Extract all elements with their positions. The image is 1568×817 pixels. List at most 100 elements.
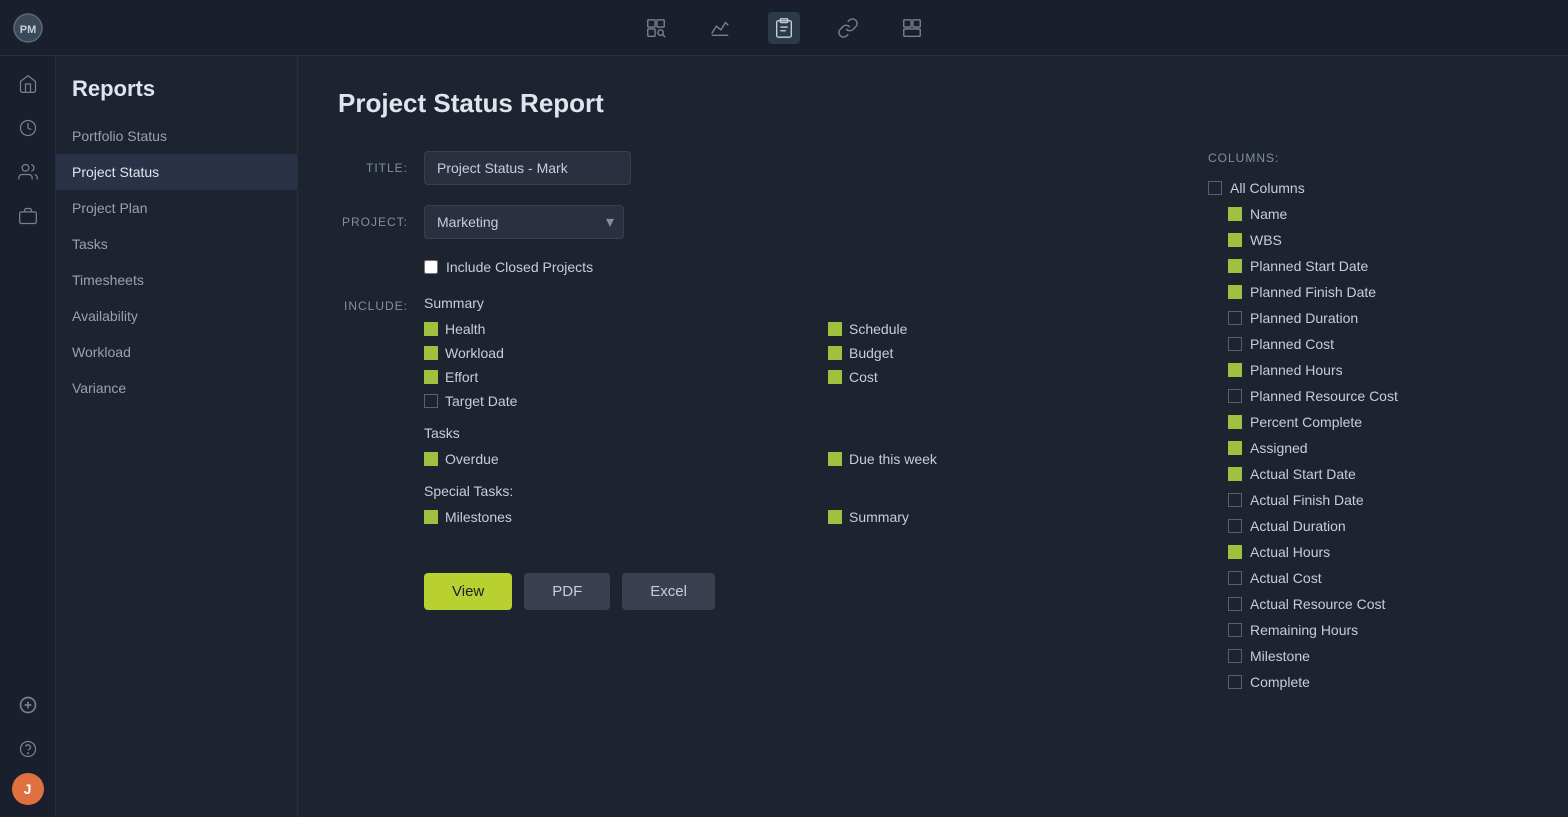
col-actual-resource-cost-label: Actual Resource Cost bbox=[1250, 596, 1385, 612]
sidebar-title: Reports bbox=[56, 76, 297, 118]
nav-help-icon[interactable] bbox=[8, 729, 48, 769]
check-milestones: Milestones bbox=[424, 509, 804, 525]
project-label: PROJECT: bbox=[338, 205, 408, 229]
health-label: Health bbox=[445, 321, 485, 337]
col-actual-hours: Actual Hours bbox=[1208, 539, 1524, 565]
user-avatar[interactable]: J bbox=[12, 773, 44, 805]
sidebar-item-project-plan[interactable]: Project Plan bbox=[56, 190, 297, 226]
columns-scroll[interactable]: All Columns Name WBS Plann bbox=[1208, 175, 1528, 695]
col-actual-cost: Actual Cost bbox=[1208, 565, 1524, 591]
all-columns-checkbox[interactable] bbox=[1208, 181, 1222, 195]
pdf-button[interactable]: PDF bbox=[524, 573, 610, 610]
col-planned-start-date-checkbox[interactable] bbox=[1228, 259, 1242, 273]
col-wbs-checkbox[interactable] bbox=[1228, 233, 1242, 247]
col-actual-hours-label: Actual Hours bbox=[1250, 544, 1330, 560]
check-target-date: Target Date bbox=[424, 393, 804, 409]
col-planned-finish-date-checkbox[interactable] bbox=[1228, 285, 1242, 299]
col-actual-cost-label: Actual Cost bbox=[1250, 570, 1322, 586]
effort-checkbox[interactable] bbox=[424, 370, 438, 384]
view-button[interactable]: View bbox=[424, 573, 512, 610]
col-planned-hours-label: Planned Hours bbox=[1250, 362, 1343, 378]
col-actual-start-date-checkbox[interactable] bbox=[1228, 467, 1242, 481]
overdue-checkbox[interactable] bbox=[424, 452, 438, 466]
col-complete-checkbox[interactable] bbox=[1228, 675, 1242, 689]
workload-checkbox[interactable] bbox=[424, 346, 438, 360]
sidebar-item-portfolio-status[interactable]: Portfolio Status bbox=[56, 118, 297, 154]
budget-checkbox[interactable] bbox=[828, 346, 842, 360]
workload-label: Workload bbox=[445, 345, 504, 361]
toolbar-clipboard-icon[interactable] bbox=[768, 12, 800, 44]
sidebar-item-variance[interactable]: Variance bbox=[56, 370, 297, 406]
milestones-checkbox[interactable] bbox=[424, 510, 438, 524]
toolbar-search-icon[interactable] bbox=[640, 12, 672, 44]
excel-button[interactable]: Excel bbox=[622, 573, 715, 610]
nav-plus-icon[interactable] bbox=[8, 685, 48, 725]
toolbar-layout-icon[interactable] bbox=[896, 12, 928, 44]
col-planned-duration-checkbox[interactable] bbox=[1228, 311, 1242, 325]
col-planned-cost-checkbox[interactable] bbox=[1228, 337, 1242, 351]
col-actual-duration-label: Actual Duration bbox=[1250, 518, 1346, 534]
overdue-label: Overdue bbox=[445, 451, 499, 467]
col-planned-hours-checkbox[interactable] bbox=[1228, 363, 1242, 377]
col-actual-cost-checkbox[interactable] bbox=[1228, 571, 1242, 585]
col-actual-duration-checkbox[interactable] bbox=[1228, 519, 1242, 533]
col-wbs-label: WBS bbox=[1250, 232, 1282, 248]
summary-tasks-checkbox[interactable] bbox=[828, 510, 842, 524]
col-milestone-checkbox[interactable] bbox=[1228, 649, 1242, 663]
col-actual-hours-checkbox[interactable] bbox=[1228, 545, 1242, 559]
title-label: TITLE: bbox=[338, 151, 408, 175]
budget-label: Budget bbox=[849, 345, 893, 361]
col-planned-finish-date: Planned Finish Date bbox=[1208, 279, 1524, 305]
nav-clock-icon[interactable] bbox=[8, 108, 48, 148]
col-remaining-hours-checkbox[interactable] bbox=[1228, 623, 1242, 637]
sidebar-item-timesheets[interactable]: Timesheets bbox=[56, 262, 297, 298]
sidebar-item-tasks[interactable]: Tasks bbox=[56, 226, 297, 262]
col-actual-finish-date-checkbox[interactable] bbox=[1228, 493, 1242, 507]
target-date-checkbox[interactable] bbox=[424, 394, 438, 408]
title-input[interactable] bbox=[424, 151, 631, 185]
project-row: PROJECT: Marketing Development Design Op… bbox=[338, 205, 1208, 239]
sidebar-item-project-status[interactable]: Project Status bbox=[56, 154, 297, 190]
check-cost: Cost bbox=[828, 369, 1208, 385]
include-content: Summary Health Schedule bbox=[424, 295, 1208, 541]
logo-icon: PM bbox=[12, 12, 44, 44]
nav-people-icon[interactable] bbox=[8, 152, 48, 192]
app-logo[interactable]: PM bbox=[0, 0, 56, 56]
page-title: Project Status Report bbox=[338, 88, 1528, 119]
toolbar-chart-icon[interactable] bbox=[704, 12, 736, 44]
include-closed-checkbox[interactable] bbox=[424, 260, 438, 274]
cost-checkbox[interactable] bbox=[828, 370, 842, 384]
check-overdue: Overdue bbox=[424, 451, 804, 467]
title-row: TITLE: bbox=[338, 151, 1208, 185]
due-this-week-checkbox[interactable] bbox=[828, 452, 842, 466]
special-tasks-title: Special Tasks: bbox=[424, 483, 1208, 499]
due-this-week-label: Due this week bbox=[849, 451, 937, 467]
col-complete-label: Complete bbox=[1250, 674, 1310, 690]
project-select[interactable]: Marketing Development Design Operations bbox=[424, 205, 624, 239]
col-name: Name bbox=[1208, 201, 1524, 227]
schedule-label: Schedule bbox=[849, 321, 907, 337]
col-percent-complete-checkbox[interactable] bbox=[1228, 415, 1242, 429]
nav-home-icon[interactable] bbox=[8, 64, 48, 104]
health-checkbox[interactable] bbox=[424, 322, 438, 336]
col-remaining-hours: Remaining Hours bbox=[1208, 617, 1524, 643]
col-actual-resource-cost: Actual Resource Cost bbox=[1208, 591, 1524, 617]
summary-tasks-label: Summary bbox=[849, 509, 909, 525]
schedule-checkbox[interactable] bbox=[828, 322, 842, 336]
action-buttons: View PDF Excel bbox=[424, 573, 1208, 610]
check-due-this-week: Due this week bbox=[828, 451, 1208, 467]
col-wbs: WBS bbox=[1208, 227, 1524, 253]
sidebar-item-workload[interactable]: Workload bbox=[56, 334, 297, 370]
check-health: Health bbox=[424, 321, 804, 337]
col-milestone-label: Milestone bbox=[1250, 648, 1310, 664]
toolbar-link-icon[interactable] bbox=[832, 12, 864, 44]
milestones-label: Milestones bbox=[445, 509, 512, 525]
col-actual-resource-cost-checkbox[interactable] bbox=[1228, 597, 1242, 611]
nav-briefcase-icon[interactable] bbox=[8, 196, 48, 236]
sidebar-item-availability[interactable]: Availability bbox=[56, 298, 297, 334]
col-name-checkbox[interactable] bbox=[1228, 207, 1242, 221]
col-planned-resource-cost-checkbox[interactable] bbox=[1228, 389, 1242, 403]
col-assigned-checkbox[interactable] bbox=[1228, 441, 1242, 455]
summary-title: Summary bbox=[424, 295, 1208, 311]
col-complete: Complete bbox=[1208, 669, 1524, 695]
